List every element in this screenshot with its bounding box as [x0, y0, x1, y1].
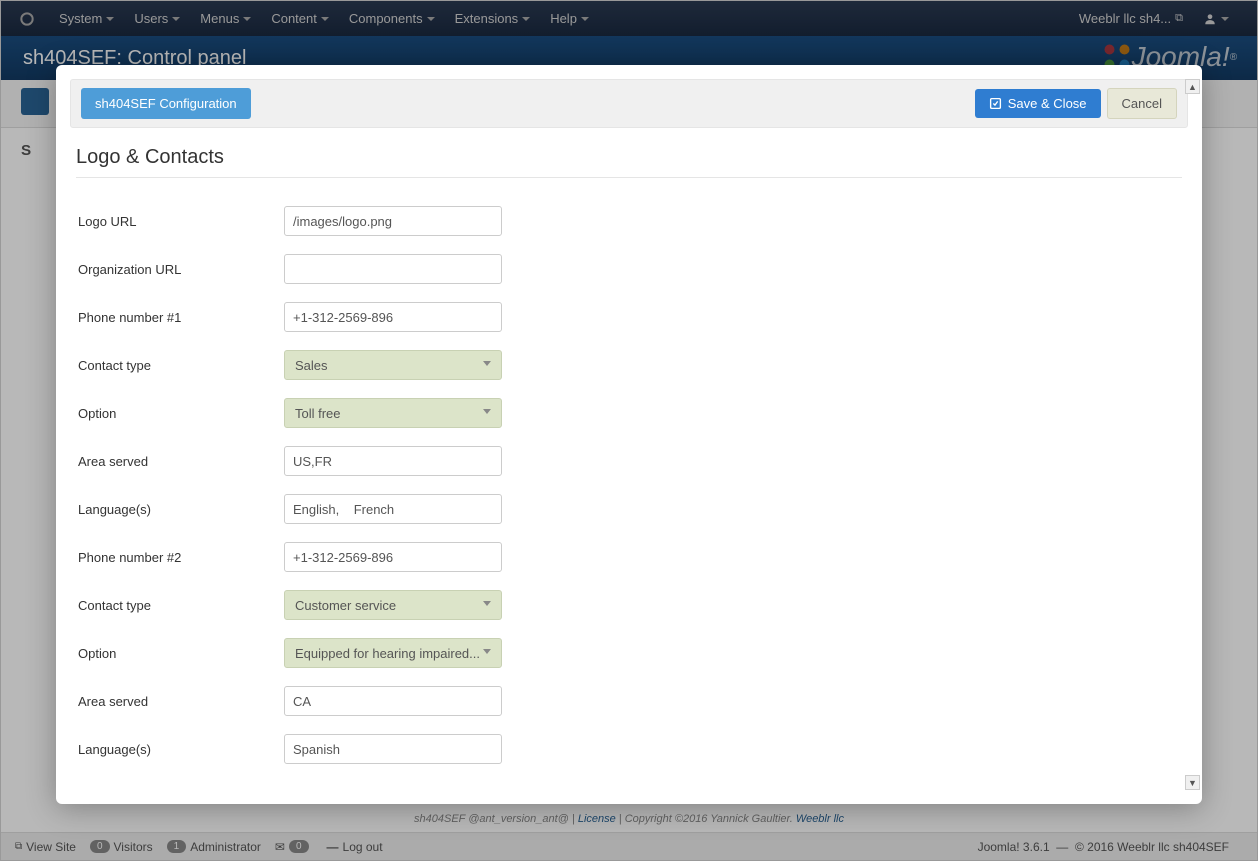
field-label: Logo URL: [76, 214, 284, 229]
select-value: Equipped for hearing impaired...: [295, 646, 480, 661]
form-row: Phone number #1: [76, 302, 1182, 332]
text-input[interactable]: [284, 686, 502, 716]
select-dropdown[interactable]: Sales: [284, 350, 502, 380]
field-label: Organization URL: [76, 262, 284, 277]
config-title-button[interactable]: sh404SEF Configuration: [81, 88, 251, 119]
text-input[interactable]: [284, 206, 502, 236]
field-label: Option: [76, 406, 284, 421]
field-label: Phone number #1: [76, 310, 284, 325]
select-value: Sales: [295, 358, 328, 373]
chevron-down-icon: [483, 361, 491, 366]
field-label: Area served: [76, 694, 284, 709]
text-input[interactable]: [284, 542, 502, 572]
cancel-button[interactable]: Cancel: [1107, 88, 1177, 119]
form-row: Language(s): [76, 494, 1182, 524]
select-value: Toll free: [295, 406, 341, 421]
text-input[interactable]: [284, 446, 502, 476]
form-row: Area served: [76, 446, 1182, 476]
form-row: Option Toll free: [76, 398, 1182, 428]
chevron-down-icon: [483, 409, 491, 414]
text-input[interactable]: [284, 494, 502, 524]
chevron-down-icon: [483, 601, 491, 606]
field-label: Contact type: [76, 358, 284, 373]
form-row: Contact type Sales: [76, 350, 1182, 380]
select-value: Customer service: [295, 598, 396, 613]
field-label: Phone number #2: [76, 550, 284, 565]
form-row: Language(s): [76, 734, 1182, 764]
scroll-up-icon[interactable]: ▲: [1185, 79, 1200, 94]
form-row: Phone number #2: [76, 542, 1182, 572]
form-row: Option Equipped for hearing impaired...: [76, 638, 1182, 668]
form-row: Organization URL: [76, 254, 1182, 284]
scroll-down-icon[interactable]: ▼: [1185, 775, 1200, 790]
modal-toolbar: sh404SEF Configuration Save & Close Canc…: [70, 79, 1188, 128]
field-label: Contact type: [76, 598, 284, 613]
save-close-button[interactable]: Save & Close: [975, 89, 1101, 118]
select-dropdown[interactable]: Toll free: [284, 398, 502, 428]
select-dropdown[interactable]: Customer service: [284, 590, 502, 620]
field-label: Area served: [76, 454, 284, 469]
field-label: Language(s): [76, 502, 284, 517]
form-row: Area served: [76, 686, 1182, 716]
configuration-modal: × ▲ ▼ sh404SEF Configuration Save & Clos…: [56, 65, 1202, 804]
section-title: Logo & Contacts: [76, 146, 1182, 178]
text-input[interactable]: [284, 734, 502, 764]
field-label: Option: [76, 646, 284, 661]
edit-icon: [989, 97, 1002, 110]
chevron-down-icon: [483, 649, 491, 654]
select-dropdown[interactable]: Equipped for hearing impaired...: [284, 638, 502, 668]
text-input[interactable]: [284, 302, 502, 332]
form-row: Logo URL: [76, 206, 1182, 236]
field-label: Language(s): [76, 742, 284, 757]
form-row: Contact type Customer service: [76, 590, 1182, 620]
text-input[interactable]: [284, 254, 502, 284]
